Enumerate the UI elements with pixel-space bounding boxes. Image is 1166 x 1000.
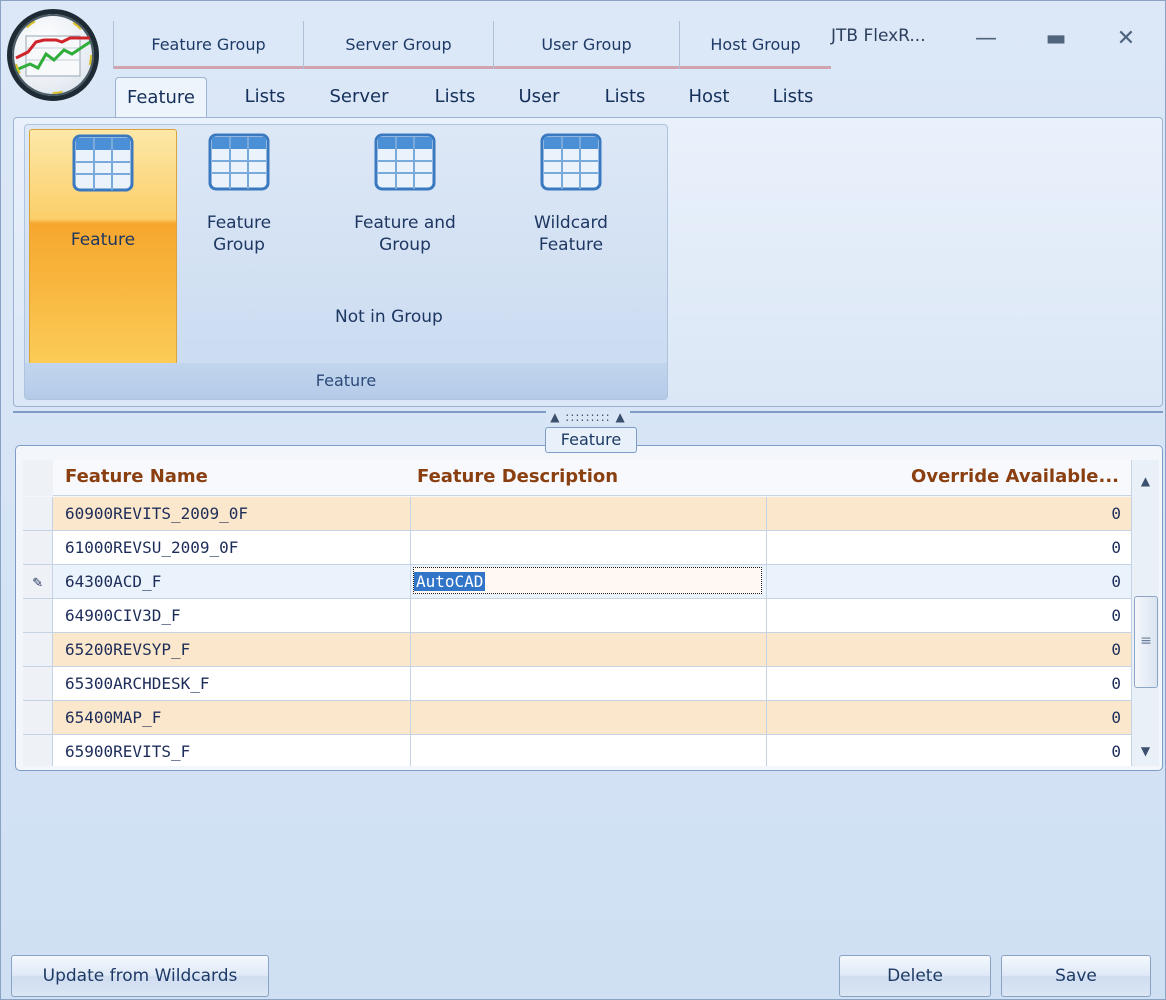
override-available-cell[interactable]: 0: [767, 701, 1131, 734]
ribbon-group-caption: Feature: [25, 363, 667, 399]
row-indicator[interactable]: [23, 497, 53, 530]
override-available-cell[interactable]: 0: [767, 599, 1131, 632]
row-indicator[interactable]: [23, 531, 53, 564]
vertical-scrollbar[interactable]: ▲ ≡ ▼: [1131, 460, 1159, 766]
column-header-feature-name[interactable]: Feature Name: [65, 460, 208, 496]
feature-description-cell[interactable]: AutoCAD: [411, 565, 767, 598]
scroll-up-arrow-icon[interactable]: ▲: [1132, 468, 1159, 494]
feature-and-group-ribbon-label: Feature and Group: [354, 213, 456, 255]
save-button[interactable]: Save: [1001, 955, 1151, 997]
feature-name-cell[interactable]: 64300ACD_F: [53, 565, 411, 598]
update-from-wildcards-button[interactable]: Update from Wildcards: [11, 955, 269, 997]
context-group-host: Host Group: [679, 21, 831, 69]
maximize-button[interactable]: ▬: [1033, 19, 1079, 59]
table-icon: [208, 133, 270, 191]
row-indicator[interactable]: [23, 735, 53, 766]
feature-description-cell[interactable]: [411, 531, 767, 564]
feature-name-cell[interactable]: 61000REVSU_2009_0F: [53, 531, 411, 564]
tab-feature[interactable]: Feature: [115, 77, 207, 117]
row-indicator[interactable]: [23, 667, 53, 700]
feature-group-ribbon-label: Feature Group: [206, 213, 272, 255]
table-row[interactable]: 65300ARCHDESK_F 0: [23, 667, 1131, 701]
table-row[interactable]: ✎ 64300ACD_F AutoCAD 0: [23, 565, 1131, 599]
ribbon-panel: Feature Feature Group Feature and Group …: [13, 117, 1163, 407]
tab-server[interactable]: Server: [321, 77, 397, 117]
not-in-group-button[interactable]: Not in Group: [335, 307, 443, 327]
feature-grid: Feature Name Feature Description Overrid…: [23, 460, 1131, 766]
tab-host-lists[interactable]: Lists: [763, 77, 823, 117]
tab-host[interactable]: Host: [681, 77, 737, 117]
table-row[interactable]: 61000REVSU_2009_0F 0: [23, 531, 1131, 565]
feature-name-cell[interactable]: 65200REVSYP_F: [53, 633, 411, 666]
splitter-handle[interactable]: ▲ ::::::::: ▲: [13, 409, 1163, 425]
table-row[interactable]: 65400MAP_F 0: [23, 701, 1131, 735]
table-row[interactable]: 64900CIV3D_F 0: [23, 599, 1131, 633]
table-row[interactable]: 60900REVITS_2009_0F 0: [23, 497, 1131, 531]
feature-name-cell[interactable]: 65900REVITS_F: [53, 735, 411, 766]
context-group-server: Server Group: [303, 21, 493, 69]
close-button[interactable]: ✕: [1103, 19, 1149, 59]
grid-header: Feature Name Feature Description Overrid…: [23, 460, 1131, 496]
window-title: JTB FlexR...: [831, 26, 926, 46]
feature-name-cell[interactable]: 64900CIV3D_F: [53, 599, 411, 632]
tab-server-lists[interactable]: Lists: [425, 77, 485, 117]
edit-pencil-icon[interactable]: ✎: [23, 565, 53, 598]
wildcard-feature-ribbon-label: Wildcard Feature: [534, 213, 608, 255]
title-bar: Feature Group Server Group User Group Ho…: [1, 1, 1165, 117]
feature-and-group-ribbon-button[interactable]: Feature and Group: [321, 129, 489, 256]
feature-ribbon-label: Feature: [70, 230, 136, 250]
feature-description-cell[interactable]: [411, 701, 767, 734]
row-indicator[interactable]: [23, 633, 53, 666]
feature-description-cell[interactable]: [411, 667, 767, 700]
feature-description-cell[interactable]: [411, 735, 767, 766]
table-icon: [72, 134, 134, 192]
tab-feature-lists[interactable]: Lists: [235, 77, 295, 117]
context-group-feature: Feature Group: [113, 21, 303, 69]
context-group-user: User Group: [493, 21, 679, 69]
grip-icon: ≡: [1140, 633, 1152, 649]
description-editor-input[interactable]: AutoCAD: [413, 567, 762, 594]
feature-ribbon-button[interactable]: Feature: [29, 129, 177, 365]
tab-user[interactable]: User: [511, 77, 567, 117]
row-indicator[interactable]: [23, 701, 53, 734]
delete-button[interactable]: Delete: [839, 955, 991, 997]
table-icon: [540, 133, 602, 191]
maximize-icon: ▬: [1045, 26, 1067, 51]
feature-group-ribbon-button[interactable]: Feature Group: [175, 129, 303, 256]
feature-description-cell[interactable]: [411, 599, 767, 632]
column-header-feature-description[interactable]: Feature Description: [417, 460, 618, 496]
app-window: Feature Group Server Group User Group Ho…: [0, 0, 1166, 1000]
feature-name-cell[interactable]: 65400MAP_F: [53, 701, 411, 734]
tab-user-lists[interactable]: Lists: [595, 77, 655, 117]
row-indicator-header: [23, 460, 53, 496]
minimize-icon: —: [975, 26, 997, 51]
table-row[interactable]: 65900REVITS_F 0: [23, 735, 1131, 766]
override-available-cell[interactable]: 0: [767, 497, 1131, 530]
selected-text: AutoCAD: [414, 572, 486, 591]
feature-description-cell[interactable]: [411, 497, 767, 530]
override-available-cell[interactable]: 0: [767, 667, 1131, 700]
wildcard-feature-ribbon-button[interactable]: Wildcard Feature: [499, 129, 643, 256]
column-header-override-available[interactable]: Override Available...: [911, 460, 1119, 496]
close-icon: ✕: [1116, 26, 1136, 51]
minimize-button[interactable]: —: [963, 19, 1009, 59]
ribbon-group-feature: Feature Feature Group Feature and Group …: [24, 124, 668, 400]
override-available-cell[interactable]: 0: [767, 565, 1131, 598]
panel-caption: Feature: [545, 427, 637, 453]
row-indicator[interactable]: [23, 599, 53, 632]
override-available-cell[interactable]: 0: [767, 633, 1131, 666]
override-available-cell[interactable]: 0: [767, 735, 1131, 766]
table-row[interactable]: 65200REVSYP_F 0: [23, 633, 1131, 667]
feature-description-cell[interactable]: [411, 633, 767, 666]
override-available-cell[interactable]: 0: [767, 531, 1131, 564]
grip-icon: ▲ ::::::::: ▲: [546, 410, 630, 424]
feature-name-cell[interactable]: 65300ARCHDESK_F: [53, 667, 411, 700]
table-icon: [374, 133, 436, 191]
feature-name-cell[interactable]: 60900REVITS_2009_0F: [53, 497, 411, 530]
scroll-down-arrow-icon[interactable]: ▼: [1132, 738, 1159, 764]
scrollbar-thumb[interactable]: ≡: [1134, 596, 1158, 688]
ribbon-tabs: Feature Lists Server Lists User Lists Ho…: [1, 69, 1165, 117]
